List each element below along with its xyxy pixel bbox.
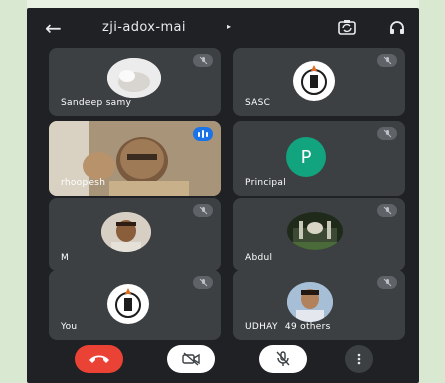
participant-name: M: [61, 253, 70, 263]
mic-off-icon: [193, 54, 213, 67]
mic-off-icon: [193, 276, 213, 289]
participant-name: rhoopesh: [61, 178, 106, 188]
avatar: [287, 212, 343, 250]
participant-name: Sandeep samy: [61, 98, 132, 108]
page-margin-left: [0, 0, 27, 383]
avatar: P: [286, 137, 326, 177]
sasc-logo: [107, 284, 149, 324]
participant-tile[interactable]: Abdul: [233, 198, 405, 271]
participant-name-text: UDHAY: [245, 322, 278, 332]
meeting-title[interactable]: zji-adox-mai: [102, 20, 186, 35]
avatar: [287, 282, 333, 322]
participant-name: You: [61, 322, 78, 332]
others-count[interactable]: 49 others: [285, 322, 331, 332]
mic-toggle-button[interactable]: [259, 345, 307, 373]
avatar-letter: P: [300, 146, 312, 168]
more-options-button[interactable]: [345, 345, 373, 373]
mic-off-icon: [377, 127, 397, 140]
more-vertical-icon: [357, 353, 361, 365]
speaking-indicator-icon: [193, 127, 213, 141]
participant-tile[interactable]: M: [49, 198, 221, 271]
participant-name: Abdul: [245, 253, 273, 263]
camera-toggle-button[interactable]: [167, 345, 215, 373]
mic-off-icon: [377, 204, 397, 217]
participant-tile[interactable]: rhoopesh: [49, 121, 221, 196]
participant-name: UDHAY 49 others: [245, 322, 331, 332]
arrow-left-icon[interactable]: ←: [45, 16, 62, 40]
participant-tile-self[interactable]: You: [49, 270, 221, 340]
mic-off-icon: [377, 54, 397, 67]
participant-name: Principal: [245, 178, 287, 188]
call-controls: [27, 342, 419, 382]
top-bar: ← zji-adox-mai ▸: [27, 8, 419, 48]
end-call-button[interactable]: [75, 345, 123, 373]
participant-tile-overflow[interactable]: UDHAY 49 others: [233, 270, 405, 340]
participant-tile[interactable]: Sandeep samy: [49, 48, 221, 116]
mic-off-icon: [377, 276, 397, 289]
video-off-icon: [182, 352, 200, 366]
camera-switch-icon[interactable]: [338, 19, 356, 39]
participant-tile[interactable]: SASC: [233, 48, 405, 116]
mic-off-icon: [193, 204, 213, 217]
avatar: [101, 212, 151, 252]
phone-hangup-icon: [89, 355, 109, 363]
avatar: [107, 58, 161, 98]
meet-screen: ← zji-adox-mai ▸ Sandeep samy SASC rhoop…: [27, 8, 419, 383]
chevron-right-icon[interactable]: ▸: [227, 22, 231, 31]
page-margin-right: [419, 0, 445, 383]
sasc-logo: [293, 61, 335, 101]
headphones-icon[interactable]: [389, 20, 405, 39]
mic-off-icon: [276, 351, 290, 366]
participant-tile[interactable]: P Principal: [233, 121, 405, 196]
participant-name: SASC: [245, 98, 271, 108]
